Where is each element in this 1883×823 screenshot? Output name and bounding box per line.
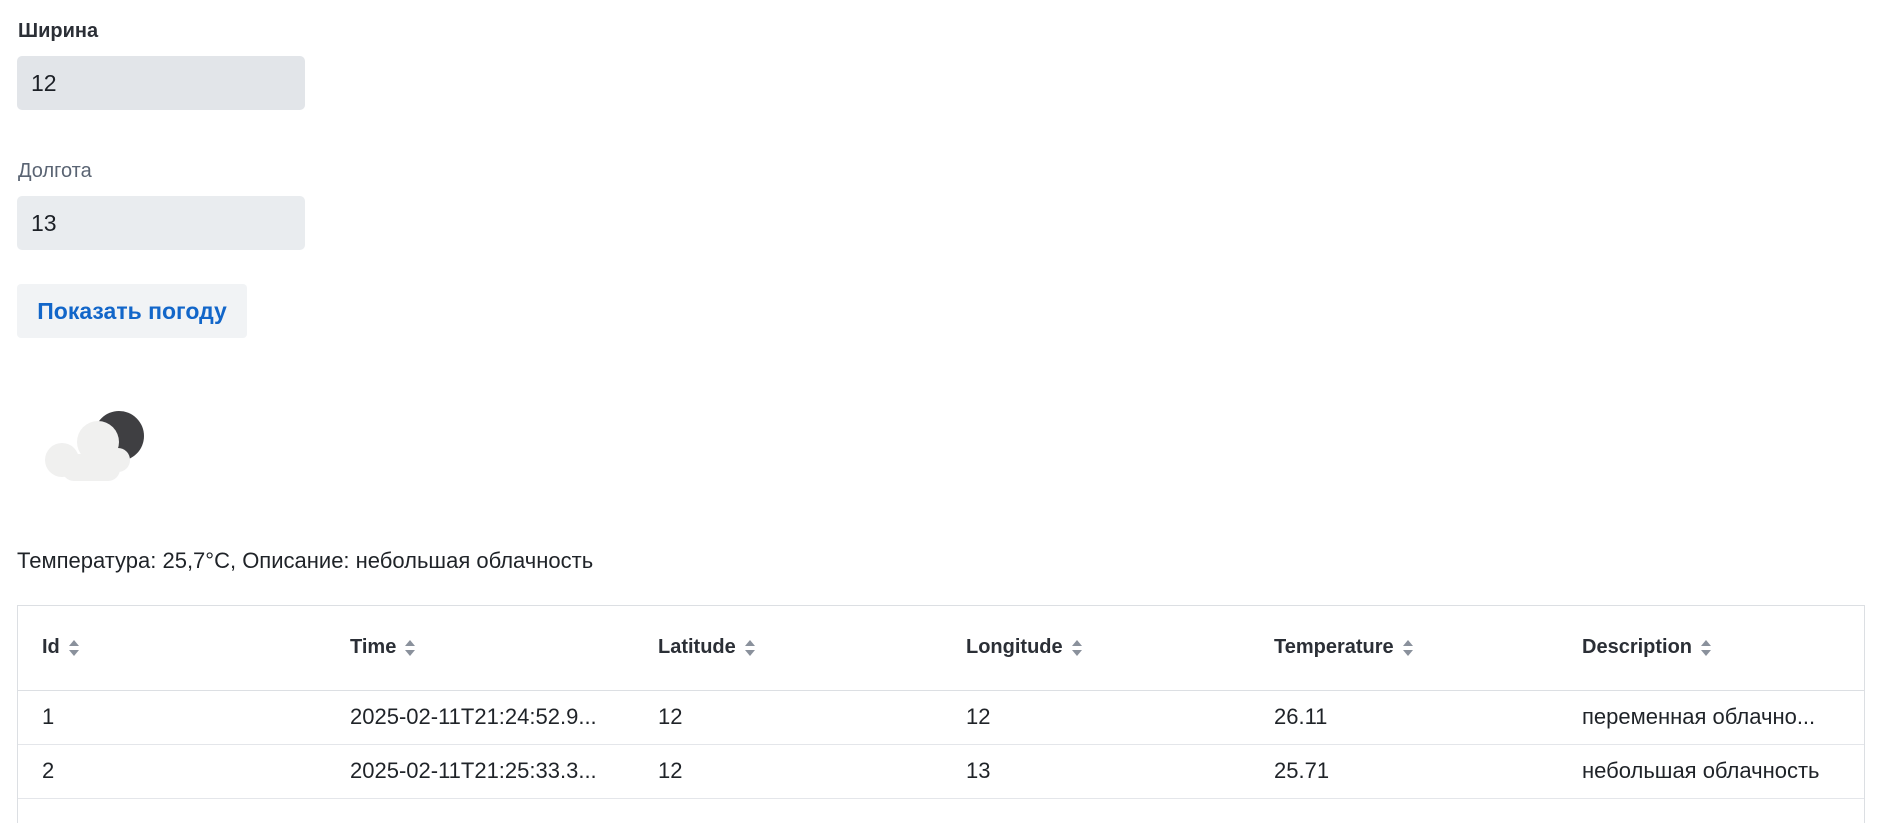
column-header-label: Description [1582,636,1693,659]
cell-time: 2025-02-11T21:25:33.3... [350,758,597,783]
latitude-label: Ширина [18,20,99,42]
cell-description: переменная облачно... [1582,704,1816,729]
column-header-id[interactable]: Id [18,606,326,690]
cell-temperature: 25.71 [1274,758,1330,783]
cell-id: 2 [42,758,55,783]
column-header-label: Latitude [658,636,736,659]
latitude-input[interactable] [17,56,305,110]
night-partly-cloudy-icon [45,411,144,481]
table-row[interactable]: 1 2025-02-11T21:24:52.9... 12 12 26.11 п… [18,690,1864,744]
show-weather-button[interactable]: Показать погоду [17,284,247,338]
column-header-temperature[interactable]: Temperature [1250,606,1558,690]
sort-icon[interactable] [1071,639,1083,657]
cell-description: небольшая облачность [1582,758,1820,783]
longitude-input[interactable] [17,196,305,250]
column-header-label: Temperature [1274,636,1394,659]
sort-icon[interactable] [1402,639,1414,657]
cell-latitude: 12 [658,704,683,729]
sort-icon[interactable] [404,639,416,657]
sort-icon[interactable] [1700,639,1712,657]
column-header-label: Id [42,636,60,659]
column-header-longitude[interactable]: Longitude [942,606,1250,690]
sort-icon[interactable] [744,639,756,657]
table-row[interactable]: 2 2025-02-11T21:25:33.3... 12 13 25.71 н… [18,744,1864,798]
column-header-latitude[interactable]: Latitude [634,606,942,690]
cell-temperature: 26.11 [1274,704,1328,729]
cell-longitude: 12 [966,704,991,729]
column-header-label: Time [350,636,397,659]
weather-summary: Температура: 25,7°C, Описание: небольшая… [17,548,594,573]
column-header-label: Longitude [966,636,1063,659]
column-header-description[interactable]: Description [1558,606,1864,690]
weather-history-table: Id Time Latitude Longitude Temperature D… [17,605,1865,823]
column-header-time[interactable]: Time [326,606,634,690]
cell-longitude: 13 [966,758,991,783]
cell-time: 2025-02-11T21:24:52.9... [350,704,597,729]
weather-page: Ширина Долгота Показать погоду Температу… [0,0,1883,823]
sort-icon[interactable] [68,639,80,657]
cell-latitude: 12 [658,758,683,783]
table-header-row: Id Time Latitude Longitude Temperature D… [18,606,1864,690]
longitude-label: Долгота [18,160,92,182]
cell-id: 1 [42,704,55,729]
